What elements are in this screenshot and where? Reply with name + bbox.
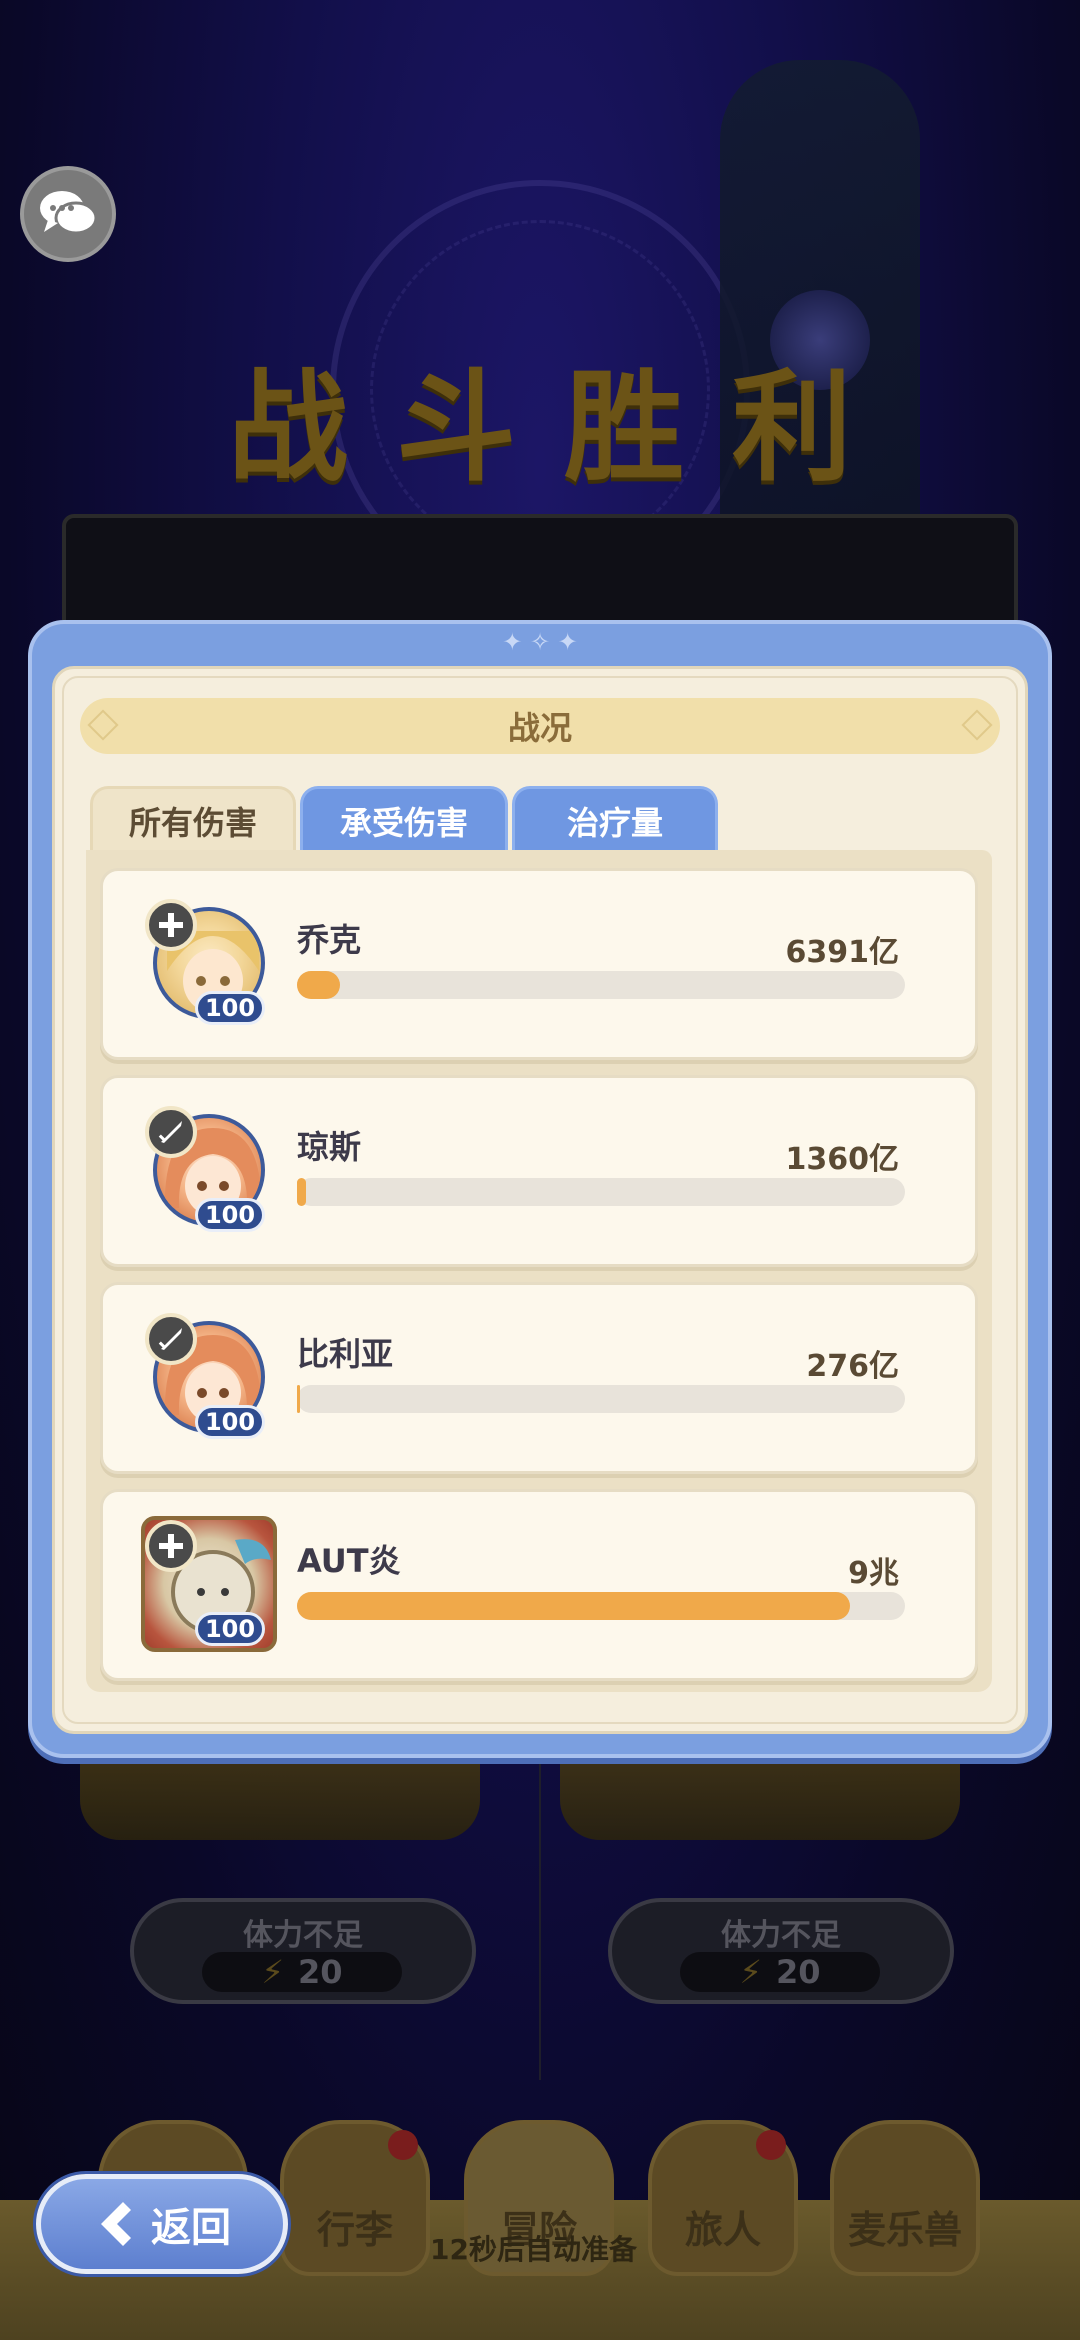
back-arrow-icon <box>101 2202 131 2246</box>
hero-row: 100 琼斯 1360亿 <box>100 1075 978 1267</box>
level-badge: 100 <box>195 1405 265 1439</box>
modal-title: 战况 <box>507 709 572 747</box>
hero-row: 100 比利亚 276亿 <box>100 1282 978 1474</box>
damage-bar-fill <box>297 1178 307 1206</box>
notification-dot <box>388 2130 418 2160</box>
damage-bar <box>297 971 905 999</box>
stamina-cost: ⚡ 20 <box>680 1952 880 1992</box>
level-badge: 100 <box>195 1612 265 1646</box>
nav-bag-button[interactable]: 行李 <box>280 2120 430 2276</box>
sword-icon <box>145 1106 197 1158</box>
nav-label: 行李 <box>316 2208 393 2252</box>
divider <box>539 1760 541 2080</box>
nav-traveler-button[interactable]: 旅人 <box>648 2120 798 2276</box>
stamina-cost: ⚡ 20 <box>202 1952 402 1992</box>
tab-damage-taken[interactable]: 承受伤害 <box>300 786 508 852</box>
auto-ready-countdown: 12秒后自动准备 <box>430 2233 637 2266</box>
damage-bar-fill <box>297 971 340 999</box>
damage-value: 1360亿 <box>785 1142 900 1177</box>
chat-button[interactable] <box>20 166 116 262</box>
modal-header: 战况 <box>80 698 1000 754</box>
damage-bar <box>297 1385 905 1413</box>
damage-bar-fill <box>297 1592 851 1620</box>
stamina-cost-value: 20 <box>297 1953 343 1991</box>
sword-icon <box>145 1313 197 1365</box>
chat-icon <box>40 191 98 235</box>
sparkle-icon: ✦ ✧ ✦ <box>502 628 578 656</box>
hero-row: 100 AUT炎 9兆 <box>100 1489 978 1681</box>
stamina-label: 体力不足 <box>721 1918 841 1953</box>
lightning-icon: ⚡ <box>739 1953 762 1991</box>
notification-dot <box>756 2130 786 2160</box>
stamina-cost-value: 20 <box>775 1953 821 1991</box>
level-badge: 100 <box>195 991 265 1025</box>
tab-all-damage[interactable]: 所有伤害 <box>90 786 296 852</box>
shield-icon <box>145 1520 197 1572</box>
hero-name: 比利亚 <box>297 1335 394 1373</box>
damage-value: 6391亿 <box>785 935 900 970</box>
tab-healing[interactable]: 治疗量 <box>512 786 718 852</box>
nav-pet-button[interactable]: 麦乐兽 <box>830 2120 980 2276</box>
shield-icon <box>145 899 197 951</box>
damage-bar <box>297 1178 905 1206</box>
damage-bar <box>297 1592 905 1620</box>
stamina-label: 体力不足 <box>243 1918 363 1953</box>
diamond-icon <box>961 709 993 741</box>
level-badge: 100 <box>195 1198 265 1232</box>
back-button[interactable]: 返回 <box>36 2174 288 2274</box>
hero-name: 乔克 <box>297 921 362 959</box>
hero-name: 琼斯 <box>297 1128 362 1166</box>
nav-label: 麦乐兽 <box>847 2208 962 2252</box>
victory-title: 战斗胜利 <box>228 359 900 498</box>
damage-bar-fill <box>297 1385 301 1413</box>
back-label: 返回 <box>151 2205 231 2251</box>
stamina-card-left[interactable]: 体力不足 ⚡ 20 <box>130 1898 476 2004</box>
stamina-card-right[interactable]: 体力不足 ⚡ 20 <box>608 1898 954 2004</box>
damage-value: 276亿 <box>806 1349 899 1384</box>
lightning-icon: ⚡ <box>261 1953 284 1991</box>
diamond-icon <box>87 709 119 741</box>
hero-row: 100 乔克 6391亿 <box>100 868 978 1060</box>
damage-value: 9兆 <box>848 1556 899 1591</box>
hero-name: AUT炎 <box>297 1542 401 1580</box>
nav-label: 旅人 <box>684 2208 761 2252</box>
